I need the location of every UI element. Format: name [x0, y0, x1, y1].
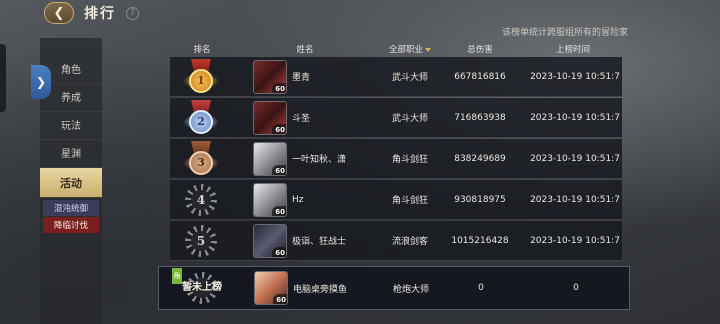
player-time: 2023-10-19 10:51:7	[530, 71, 620, 82]
subtab-chaos-rule[interactable]: 混沌统御	[43, 200, 99, 216]
my-time: 0	[573, 283, 579, 293]
avatar[interactable]: 60	[253, 223, 287, 258]
my-name: 电脑桌旁摸鱼	[293, 284, 348, 295]
player-job: 角斗剑狂	[391, 196, 428, 206]
back-button[interactable]: ❮	[44, 2, 74, 24]
avatar[interactable]: 60	[253, 59, 287, 94]
table-row[interactable]: 1 60 墨青 武斗大师 667816816 2023-10-19 10:51:…	[170, 57, 622, 97]
player-name: 一叶知秋、潇	[292, 155, 347, 165]
player-damage: 838249689	[454, 153, 506, 164]
player-damage: 1015216428	[451, 235, 509, 246]
chevron-left-icon: ❮	[53, 5, 65, 21]
rank-medal-bronze-icon: 3	[183, 140, 219, 177]
rank-plain-icon: 4	[185, 183, 217, 216]
chevron-right-icon: ❯	[35, 75, 47, 89]
my-avatar[interactable]: 60	[254, 271, 288, 305]
job-filter-dropdown[interactable]: 全部职业	[375, 43, 445, 55]
player-name: 极诣、狂战士	[292, 237, 347, 247]
rank-plain-icon: 5	[185, 224, 217, 257]
subtab-descent-raid[interactable]: 降临讨伐	[43, 217, 99, 233]
avatar[interactable]: 60	[253, 141, 287, 176]
player-time: 2023-10-19 10:51:7	[530, 235, 620, 246]
header-bar: ❮ 排行 ?	[44, 0, 139, 26]
edge-tab	[0, 44, 6, 112]
my-rank-status: 暂未上榜	[182, 282, 222, 293]
sidebar-toggle-button[interactable]: ❯	[31, 65, 51, 99]
column-header-time: 上榜时间	[555, 45, 590, 55]
job-badge: 角	[172, 268, 182, 284]
leaderboard-notice: 该榜单统计跨服组所有的冒险家	[501, 28, 628, 38]
my-damage: 0	[478, 283, 484, 293]
player-name: Hz	[292, 194, 304, 205]
table-row[interactable]: 2 60 斗圣 武斗大师 716863938 2023-10-19 10:51:…	[170, 98, 622, 138]
my-rank-row[interactable]: 60 电脑桌旁摸鱼 枪炮大师 0 0	[158, 266, 630, 310]
column-header-name: 姓名	[296, 45, 314, 55]
rank-medal-gold-icon: 1	[183, 58, 219, 95]
sidebar-item-events[interactable]: 活动	[40, 168, 102, 198]
player-job: 角斗剑狂	[391, 155, 428, 165]
player-time: 2023-10-19 10:51:7	[530, 112, 620, 123]
player-job: 武斗大师	[391, 114, 428, 124]
my-job: 枪炮大师	[392, 284, 429, 295]
sidebar-item-abyss[interactable]: 星渊	[40, 138, 102, 168]
column-header-rank: 排名	[193, 45, 211, 55]
player-name: 斗圣	[292, 114, 311, 124]
sidebar-item-gameplay[interactable]: 玩法	[40, 110, 102, 140]
caret-down-icon	[425, 47, 431, 52]
player-damage: 930818975	[454, 194, 506, 205]
table-row[interactable]: 3 60 一叶知秋、潇 角斗剑狂 838249689 2023-10-19 10…	[170, 139, 622, 179]
table-header: 排名 姓名 全部职业 总伤害 上榜时间	[170, 40, 630, 56]
page-title: 排行	[84, 6, 116, 22]
player-job: 流浪剑客	[391, 237, 428, 247]
player-damage: 667816816	[454, 71, 506, 82]
job-filter-label: 全部职业	[388, 45, 423, 55]
table-row[interactable]: 4 60 Hz 角斗剑狂 930818975 2023-10-19 10:51:…	[170, 180, 622, 220]
player-damage: 716863938	[454, 112, 506, 123]
avatar[interactable]: 60	[253, 182, 287, 217]
rank-medal-silver-icon: 2	[183, 99, 219, 136]
avatar[interactable]: 60	[253, 100, 287, 135]
player-time: 2023-10-19 10:51:7	[530, 194, 620, 205]
player-name: 墨青	[292, 73, 311, 83]
table-row[interactable]: 5 60 极诣、狂战士 流浪剑客 1015216428 2023-10-19 1…	[170, 221, 622, 261]
player-time: 2023-10-19 10:51:7	[530, 153, 620, 164]
help-icon[interactable]: ?	[126, 6, 139, 20]
player-job: 武斗大师	[391, 73, 428, 83]
column-header-damage: 总伤害	[467, 45, 493, 55]
